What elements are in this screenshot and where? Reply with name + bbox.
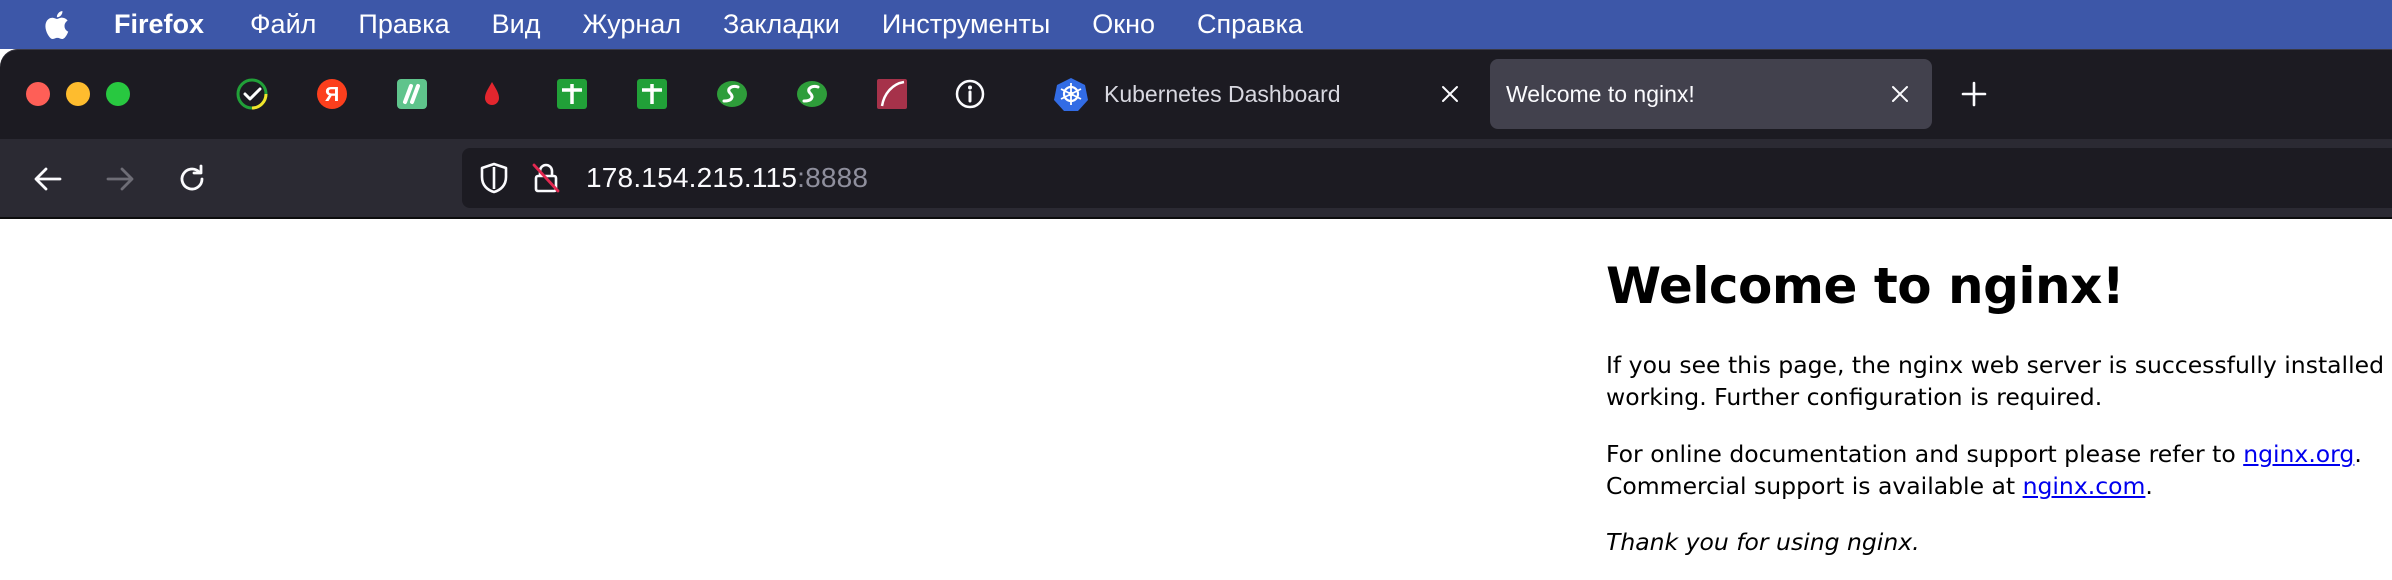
url-host: 178.154.215.115: [586, 162, 798, 193]
url-text[interactable]: 178.154.215.115:8888: [586, 162, 868, 194]
yandex-icon: Я: [317, 79, 347, 109]
window-minimize-button[interactable]: [66, 82, 90, 106]
red-feather-icon: [877, 79, 907, 109]
tracking-protection-shield-icon[interactable]: [476, 160, 512, 196]
pinned-tab-yandex[interactable]: Я: [314, 76, 350, 112]
plus-icon: [1961, 81, 1987, 107]
close-icon: [1442, 86, 1458, 102]
reload-button[interactable]: [170, 157, 214, 201]
menu-help[interactable]: Справка: [1197, 9, 1303, 40]
forward-button[interactable]: [98, 157, 142, 201]
window-close-button[interactable]: [26, 82, 50, 106]
menu-history[interactable]: Журнал: [583, 9, 682, 40]
intro-line-2: working. Further configuration is requir…: [1606, 383, 2103, 411]
reload-icon: [180, 164, 204, 191]
nginx-org-link[interactable]: nginx.org: [2243, 440, 2354, 468]
tab-kubernetes-dashboard[interactable]: Kubernetes Dashboard: [1040, 59, 1480, 129]
close-icon: [1892, 86, 1908, 102]
pinned-tab-red-drop[interactable]: [474, 76, 510, 112]
url-bar[interactable]: 178.154.215.115:8888: [462, 148, 2392, 208]
support-paragraph: For online documentation and support ple…: [1606, 438, 2362, 502]
support-text-1: For online documentation and support ple…: [1606, 440, 2244, 468]
page-heading: Welcome to nginx!: [1606, 257, 2125, 315]
thank-you-text: Thank you for using nginx.: [1606, 528, 1920, 556]
support-text-2: Commercial support is available at: [1606, 472, 2023, 500]
green-table-plus-icon: [557, 79, 587, 109]
macos-menu-bar: Firefox Файл Правка Вид Журнал Закладки …: [0, 0, 2392, 49]
tab-title: Welcome to nginx!: [1506, 80, 1695, 107]
svg-text:Я: Я: [325, 84, 339, 106]
tab-title: Kubernetes Dashboard: [1104, 80, 1341, 107]
support-text-2-end: .: [2145, 472, 2153, 500]
sber-checkmark-icon: [236, 78, 268, 110]
green-swirl-s-icon: [797, 81, 827, 107]
pinned-tab-green-app[interactable]: [394, 76, 430, 112]
insecure-lock-icon[interactable]: [528, 160, 564, 196]
intro-paragraph: If you see this page, the nginx web serv…: [1606, 349, 2392, 413]
menu-window[interactable]: Окно: [1092, 9, 1155, 40]
apple-logo-icon[interactable]: [42, 9, 74, 41]
pinned-tab-info[interactable]: [952, 76, 988, 112]
pinned-tab-table-2[interactable]: [634, 76, 670, 112]
navigation-toolbar: 178.154.215.115:8888: [0, 139, 2392, 219]
menu-view[interactable]: Вид: [492, 9, 541, 40]
back-button[interactable]: [26, 157, 70, 201]
tab-close-button[interactable]: [1433, 77, 1467, 111]
window-maximize-button[interactable]: [106, 82, 130, 106]
nginx-com-link[interactable]: nginx.com: [2023, 472, 2146, 500]
pinned-tab-table-1[interactable]: [554, 76, 590, 112]
support-text-1-end: .: [2354, 440, 2362, 468]
menu-bookmarks[interactable]: Закладки: [723, 9, 840, 40]
kubernetes-icon: [1054, 78, 1088, 111]
url-port: :8888: [797, 162, 869, 193]
pinned-tab-feather[interactable]: [874, 76, 910, 112]
red-drop-icon: [485, 82, 499, 105]
tab-close-button[interactable]: [1883, 77, 1917, 111]
pinned-tab-sber[interactable]: [234, 76, 270, 112]
page-viewport: Welcome to nginx! If you see this page, …: [0, 219, 2392, 580]
info-circle-icon: [955, 79, 985, 109]
tab-welcome-nginx[interactable]: Welcome to nginx!: [1490, 59, 1932, 129]
new-tab-button[interactable]: [1956, 76, 1992, 112]
green-square-app-icon: [397, 79, 427, 109]
pinned-tab-swirl-2[interactable]: [794, 76, 830, 112]
menu-tools[interactable]: Инструменты: [882, 9, 1050, 40]
menu-file[interactable]: Файл: [250, 9, 316, 40]
menu-app-firefox[interactable]: Firefox: [114, 9, 204, 40]
pinned-tab-swirl-1[interactable]: [714, 76, 750, 112]
green-swirl-s-icon: [717, 81, 747, 107]
intro-line-1: If you see this page, the nginx web serv…: [1606, 351, 2392, 379]
arrow-left-icon: [34, 167, 62, 191]
tab-bar: Я Kubernetes Dashboard Welcome to nginx!: [0, 49, 2392, 139]
menu-edit[interactable]: Правка: [358, 9, 449, 40]
arrow-right-icon: [106, 167, 134, 191]
green-table-plus-icon: [637, 79, 667, 109]
